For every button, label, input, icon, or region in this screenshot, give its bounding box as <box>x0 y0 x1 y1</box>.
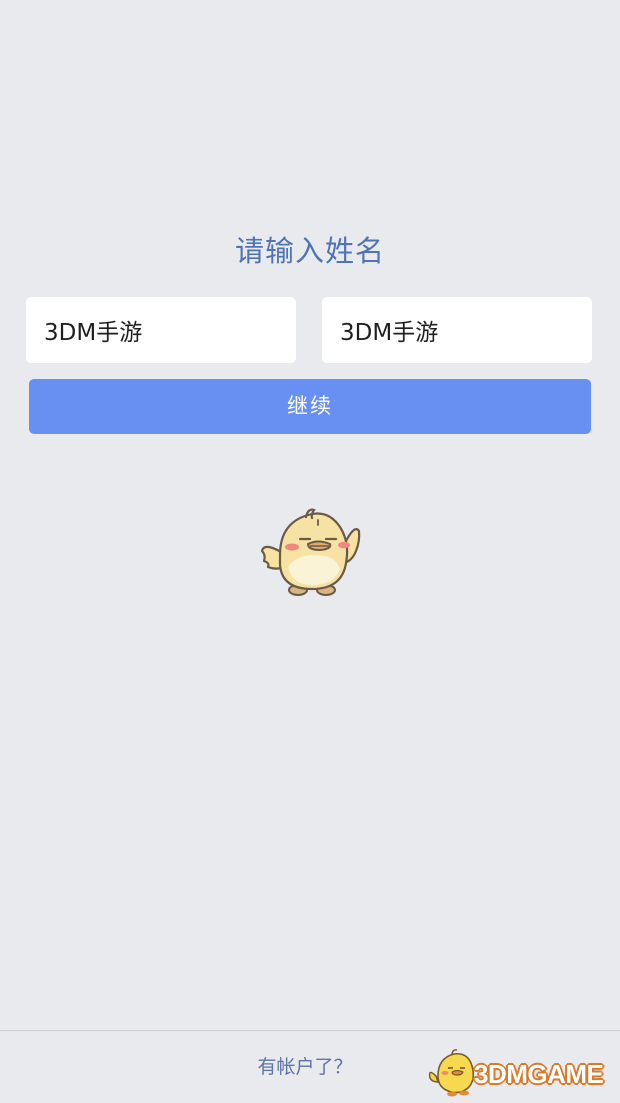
last-name-input[interactable] <box>322 297 592 363</box>
have-account-link[interactable]: 有帐户了？ <box>230 1050 380 1084</box>
yellow-chick-mascot-icon <box>260 508 361 596</box>
watermark-text: 3DMGAME <box>474 1059 604 1089</box>
page-title: 请输入姓名 <box>234 234 385 268</box>
first-name-input[interactable] <box>26 297 296 363</box>
continue-button[interactable]: 继续 <box>29 379 591 434</box>
watermark: 3DMGAME <box>426 1048 616 1098</box>
footer-divider <box>0 1030 620 1031</box>
3dmgame-chick-logo-icon <box>428 1049 475 1097</box>
